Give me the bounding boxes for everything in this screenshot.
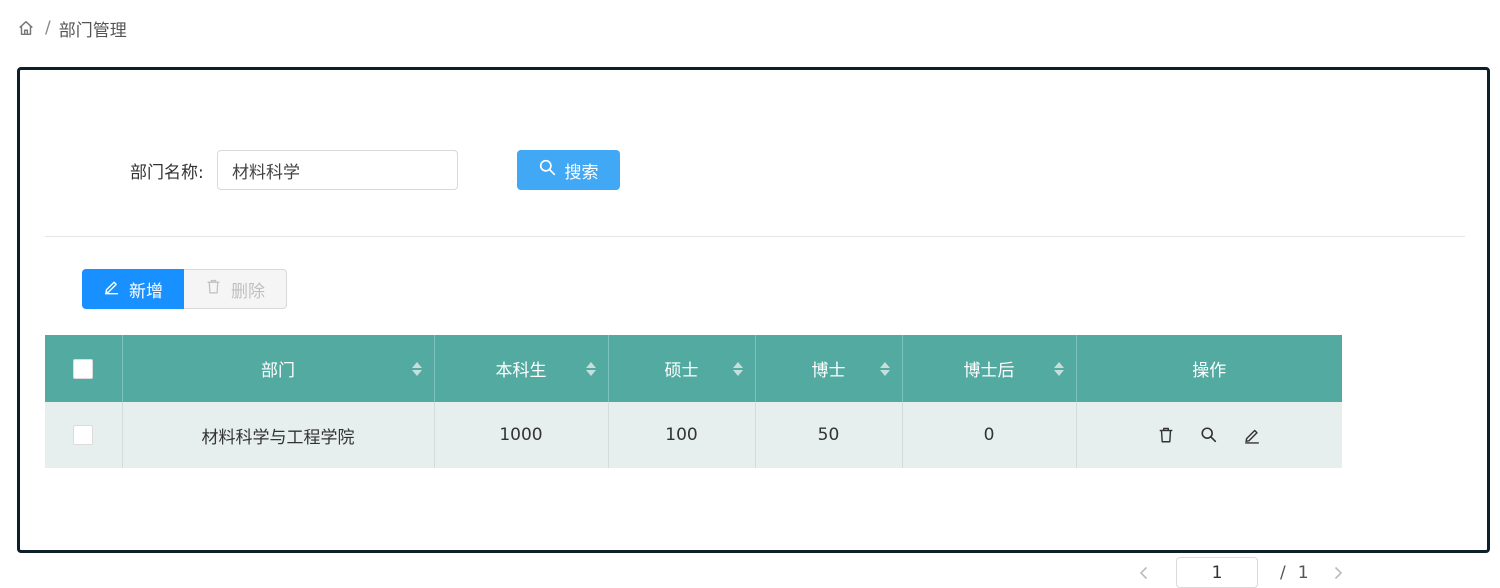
column-header-postdoc[interactable]: 博士后 <box>902 335 1077 402</box>
sort-icon[interactable] <box>411 361 422 376</box>
page-total: 1 <box>1297 562 1309 583</box>
sort-icon[interactable] <box>732 361 743 376</box>
department-name-input[interactable] <box>217 150 458 190</box>
breadcrumb-current: 部门管理 <box>58 20 127 41</box>
column-header-phd[interactable]: 博士 <box>755 335 903 402</box>
divider <box>45 236 1465 237</box>
add-button-label: 新增 <box>129 281 163 302</box>
column-header-label: 本科生 <box>495 361 547 381</box>
column-header-label: 硕士 <box>664 361 699 381</box>
cell-phd: 50 <box>755 402 903 468</box>
home-icon[interactable] <box>16 18 36 38</box>
add-button[interactable]: 新增 <box>82 269 184 309</box>
sort-icon[interactable] <box>585 361 596 376</box>
chevron-left-icon[interactable] <box>1133 562 1155 584</box>
cell-master: 100 <box>608 402 756 468</box>
table-header-row: 部门 本科生 硕士 博士 博士后 操作 <box>45 335 1342 402</box>
cell-postdoc: 0 <box>902 402 1077 468</box>
breadcrumb: / 部门管理 <box>16 16 127 41</box>
trash-icon <box>205 278 222 300</box>
delete-button[interactable]: 删除 <box>184 269 287 309</box>
chevron-right-icon[interactable] <box>1327 562 1349 584</box>
column-header-label: 操作 <box>1192 361 1227 381</box>
edit-icon[interactable] <box>1241 424 1263 446</box>
cell-actions <box>1076 402 1342 468</box>
breadcrumb-separator: / <box>45 18 51 38</box>
delete-icon[interactable] <box>1155 424 1177 446</box>
column-header-dept[interactable]: 部门 <box>122 335 435 402</box>
cell-dept: 材料科学与工程学院 <box>122 402 435 468</box>
table-row: 材料科学与工程学院 1000 100 50 0 <box>45 402 1342 468</box>
search-button[interactable]: 搜索 <box>517 150 620 190</box>
column-header-label: 博士 <box>811 361 846 381</box>
select-all-checkbox[interactable] <box>73 358 94 379</box>
column-header-actions: 操作 <box>1076 335 1342 402</box>
search-icon <box>539 159 556 181</box>
header-select-all <box>45 335 123 402</box>
column-header-label: 博士后 <box>963 361 1015 381</box>
cell-undergrad: 1000 <box>434 402 609 468</box>
search-form: 部门名称: 搜索 <box>130 149 620 191</box>
main-card: 部门名称: 搜索 新增 <box>17 67 1490 588</box>
page-number-input[interactable] <box>1176 557 1258 588</box>
edit-icon <box>103 278 120 300</box>
search-icon[interactable] <box>1198 424 1220 446</box>
search-button-label: 搜索 <box>564 162 599 183</box>
pagination: / 1 <box>1133 557 1349 588</box>
department-table: 部门 本科生 硕士 博士 博士后 操作 材料科学与工程学院 1000 100 5… <box>45 335 1342 468</box>
toolbar: 新增 删除 <box>82 269 287 309</box>
row-checkbox[interactable] <box>73 425 94 445</box>
sort-icon[interactable] <box>879 361 890 376</box>
row-select-cell <box>45 402 123 468</box>
column-header-master[interactable]: 硕士 <box>608 335 756 402</box>
column-header-undergrad[interactable]: 本科生 <box>434 335 609 402</box>
column-header-label: 部门 <box>261 361 295 381</box>
page-separator: / <box>1280 562 1286 583</box>
sort-icon[interactable] <box>1053 361 1064 376</box>
delete-button-label: 删除 <box>231 281 265 302</box>
search-label: 部门名称: <box>130 162 204 183</box>
